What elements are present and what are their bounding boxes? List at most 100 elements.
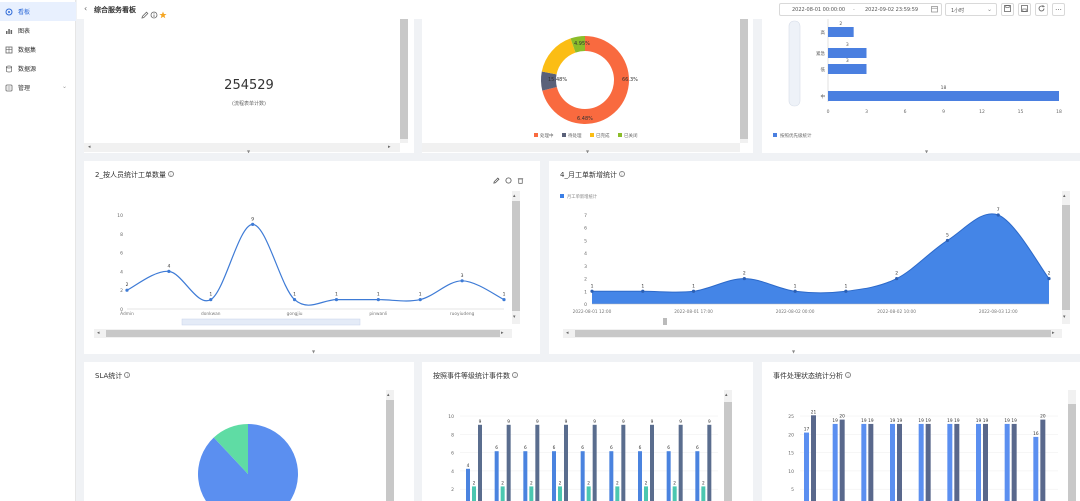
data-label: 19 — [832, 418, 838, 424]
refresh-button[interactable] — [1035, 3, 1048, 16]
bar-mark — [466, 468, 470, 501]
data-label: 2 — [616, 480, 619, 486]
horizontal-scrollbar[interactable] — [84, 143, 400, 152]
data-label: 19 — [947, 418, 953, 424]
bar-mark — [650, 424, 654, 501]
vertical-scrollbar[interactable] — [1062, 191, 1070, 324]
save-icon — [1004, 5, 1011, 14]
quick-range-select[interactable]: 1小时 ⌄ — [945, 3, 997, 16]
bar-mark — [918, 423, 924, 501]
legend-label: 已完成 — [596, 132, 610, 139]
resize-handle-icon[interactable]: ▼ — [247, 149, 250, 153]
donut-slice-label: 6.48% — [577, 116, 593, 122]
data-point — [590, 289, 594, 293]
more-button[interactable]: ··· — [1052, 3, 1065, 16]
sidebar-item-dataset[interactable]: 数据集 — [0, 40, 76, 59]
x-tick-label: Admin — [120, 311, 134, 317]
data-label: 1 — [591, 283, 594, 289]
scroll-up-icon[interactable]: ▴ — [513, 193, 516, 199]
horizontal-scrollbar[interactable] — [563, 329, 1062, 338]
back-icon[interactable]: ‹ — [84, 4, 87, 13]
chevron-down-icon[interactable]: ⌄ — [62, 83, 67, 90]
category-label: 低 — [821, 66, 826, 73]
sidebar-item-label: 数据源 — [18, 66, 37, 73]
x-tick-label: 9 — [942, 109, 945, 115]
data-label: 19 — [890, 418, 896, 424]
resize-handle-icon[interactable]: ▼ — [586, 149, 589, 153]
calendar-icon[interactable] — [931, 5, 938, 15]
vertical-scrollbar[interactable] — [512, 191, 520, 324]
vertical-scrollbar[interactable] — [724, 390, 732, 501]
legend-label: 按照优先级统计 — [780, 132, 812, 139]
bar-mark — [828, 27, 854, 37]
x-tick-label: ruoyiudeng — [450, 311, 475, 317]
data-point — [793, 289, 797, 293]
vertical-scrollbar[interactable] — [386, 390, 394, 501]
vertical-scrollbar[interactable] — [400, 19, 408, 143]
bar-mark — [609, 451, 614, 501]
data-point — [502, 298, 506, 302]
scroll-left-icon[interactable]: ◂ — [566, 330, 569, 336]
panel-event-level: 按照事件等级统计事件数 i 10 8 6 4 2 4 6 6 6 6 6 6 6 6 2 2 2 2 2 2 2 2 2 9 9 9… — [422, 362, 753, 501]
edit-icon[interactable] — [141, 4, 150, 19]
y-tick-label: 8 — [120, 232, 123, 238]
refresh-icon — [1038, 5, 1045, 14]
date-range-picker[interactable]: 2022-08-01 00:00:00 - 2022-09-02 23:59:5… — [779, 3, 942, 16]
scroll-down-icon[interactable]: ▾ — [1063, 314, 1066, 320]
horizontal-scrollbar[interactable] — [422, 143, 740, 152]
resize-handle-icon[interactable]: ▼ — [792, 349, 795, 354]
resize-handle-icon[interactable]: ▼ — [312, 349, 315, 354]
data-point — [251, 222, 255, 226]
legend-swatch — [560, 194, 564, 198]
x-tick-label: gongjiu — [287, 311, 303, 317]
save-as-button[interactable] — [1018, 3, 1031, 16]
bar-mark — [925, 423, 931, 501]
data-point — [1047, 276, 1051, 281]
scroll-right-icon[interactable]: ▸ — [501, 330, 504, 336]
people-line-chart: 108642024191 1 1 131Admin donkwan gongjiu pinw… — [117, 213, 506, 326]
data-label: 9 — [565, 419, 568, 425]
x-tick-label: 3 — [865, 109, 868, 115]
scroll-left-icon[interactable]: ◂ — [97, 330, 100, 336]
sidebar-item-chart[interactable]: 图表 — [0, 21, 76, 40]
sidebar-item-manage[interactable]: 管理 ⌄ — [0, 78, 76, 97]
date-end[interactable]: 2022-09-02 23:59:59 — [865, 7, 918, 13]
data-point — [641, 289, 645, 293]
bar-mark — [558, 486, 562, 501]
data-label: 5 — [946, 232, 949, 238]
save-button[interactable] — [1001, 3, 1014, 16]
scroll-left-icon[interactable]: ◂ — [88, 144, 91, 150]
data-label: 2 — [645, 480, 648, 486]
x-tick-label: 2022-08-02 10:00 — [877, 309, 916, 315]
vertical-scrollbar[interactable] — [1068, 390, 1076, 501]
data-label: 1 — [335, 292, 338, 298]
data-label: 1 — [419, 292, 422, 298]
scroll-right-icon[interactable]: ▸ — [388, 144, 391, 150]
scroll-up-icon[interactable]: ▴ — [387, 392, 390, 398]
bar-mark — [976, 423, 981, 501]
scroll-up-icon[interactable]: ▴ — [725, 392, 728, 398]
chart-icon — [5, 27, 13, 35]
sidebar-item-label: 图表 — [18, 28, 31, 35]
bar-mark — [707, 424, 712, 501]
resize-handle-icon[interactable]: ▼ — [925, 149, 928, 153]
sidebar-item-datasource[interactable]: 数据源 — [0, 59, 76, 78]
total-count-value: 254529 — [224, 78, 274, 93]
data-label: 21 — [811, 409, 817, 415]
horizontal-scrollbar[interactable] — [94, 329, 512, 338]
sidebar-item-dashboard[interactable]: 看板 — [0, 2, 76, 21]
scroll-right-icon[interactable]: ▸ — [1052, 330, 1055, 336]
scroll-up-icon[interactable]: ▴ — [1063, 193, 1066, 199]
info-icon[interactable] — [150, 4, 159, 19]
vertical-scrollbar[interactable] — [740, 19, 748, 143]
scroll-down-icon[interactable]: ▾ — [513, 314, 516, 320]
data-point — [418, 298, 422, 302]
bar-mark — [678, 424, 683, 501]
page-title: 综合服务看板 — [94, 6, 136, 14]
date-start[interactable]: 2022-08-01 00:00:00 — [792, 7, 845, 13]
data-point — [996, 213, 1000, 217]
monthly-area-chart: 月工单新增统计765432101 1 121 125722022-08-01 12:0… — [560, 193, 1051, 325]
data-zoom-handle — [663, 318, 667, 325]
panel-total-count: 254529 (流程表单计数) ◂ ▸ ▼ — [84, 19, 414, 153]
star-icon[interactable] — [159, 4, 168, 19]
